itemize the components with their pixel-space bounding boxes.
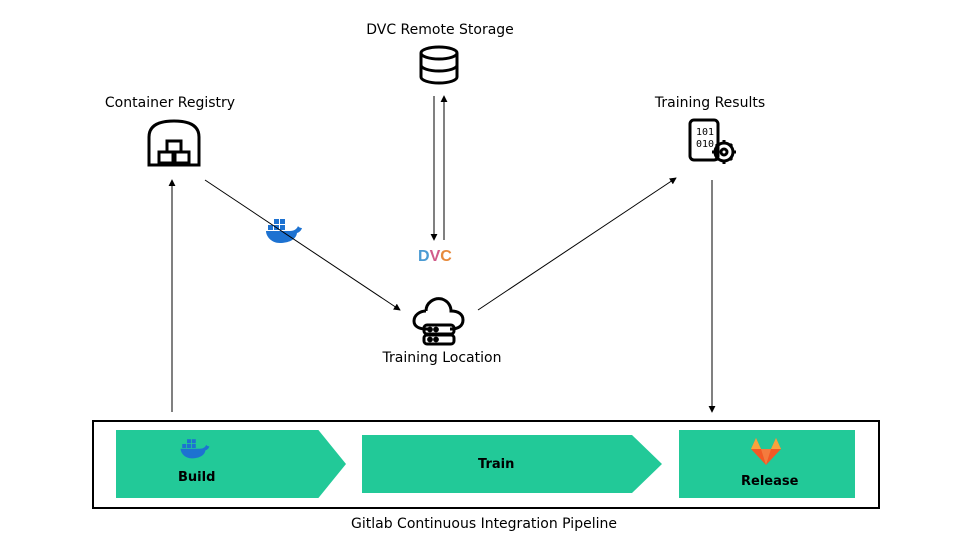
build-step-label: Build [178,470,215,485]
gitlab-icon [749,436,783,470]
pipeline-container: Build Train Release [92,420,880,509]
arrows-layer [0,0,960,420]
pipeline-step-release: Release [679,430,855,498]
pipeline-caption: Gitlab Continuous Integration Pipeline [92,516,876,532]
pipeline-step-build: Build [116,430,346,498]
train-step-label: Train [478,457,514,472]
pipeline-step-train: Train [362,435,662,493]
release-step-label: Release [741,474,798,489]
docker-icon [178,436,212,464]
